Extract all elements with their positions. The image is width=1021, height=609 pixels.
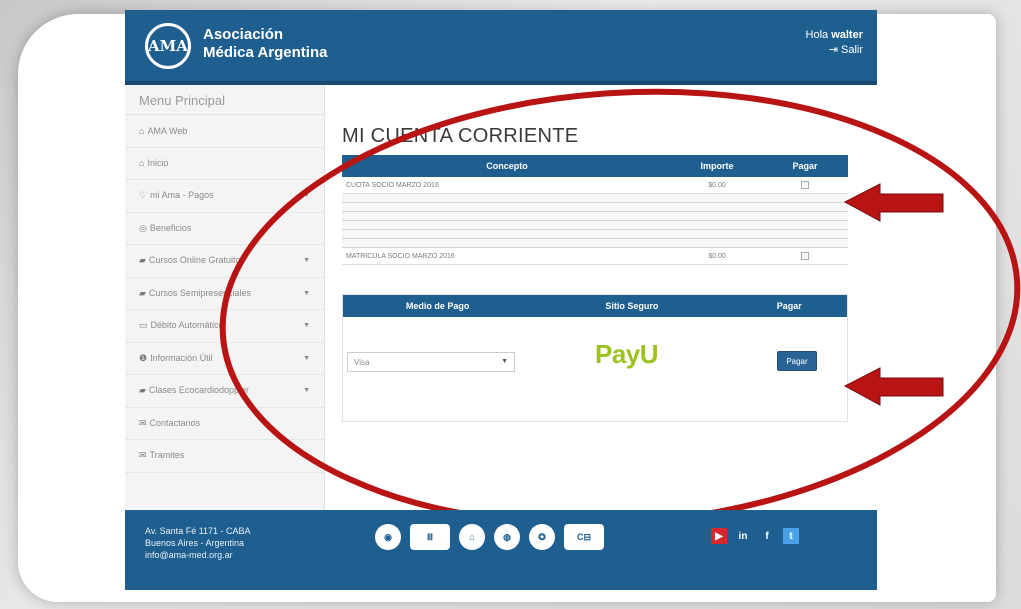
caret-down-icon: ▼	[303, 387, 310, 395]
caret-down-icon: ▼	[303, 289, 310, 297]
chevron-down-icon: ▼	[501, 358, 508, 365]
importe-cell: $0.00	[708, 252, 726, 260]
sidebar-item-mi-ama-pagos[interactable]: ♡ mi Ama - Pagos ▼	[125, 180, 324, 213]
table-row	[342, 194, 848, 203]
partner-logo-icon[interactable]: ⌂	[459, 524, 485, 550]
home-icon: ⌂	[139, 125, 145, 136]
table-row: MATRICULA SOCIO MARZO 2016 $0.00	[342, 248, 848, 265]
social-links: ▶ in f t	[711, 528, 799, 544]
book-icon: ▰	[139, 385, 146, 396]
card-icon: ▭	[139, 320, 148, 331]
table-row	[342, 212, 848, 221]
footer-address: Av. Santa Fé 1171 - CABA Buenos Aires - …	[145, 526, 251, 561]
sidebar-item-inicio[interactable]: ⌂ Inicio	[125, 148, 324, 180]
sidebar-item-tramites[interactable]: ✉ Tramites	[125, 440, 324, 473]
org-name-line1: Asociación	[203, 26, 284, 43]
page-title: MI CUENTA CORRIENTE	[342, 125, 579, 147]
importe-cell: $0.00	[708, 181, 726, 189]
column-header-importe: Importe	[700, 161, 734, 171]
youtube-icon[interactable]: ▶	[711, 528, 727, 544]
table-row	[342, 239, 848, 248]
pagar-cell	[762, 252, 848, 260]
site-footer: Av. Santa Fé 1171 - CABA Buenos Aires - …	[125, 510, 877, 590]
user-area: Hola walter ⇥ Salir	[806, 28, 863, 58]
sidebar-item-debito-automatico[interactable]: ▭ Débito Automático ▼	[125, 310, 324, 343]
greeting: Hola walter	[805, 29, 863, 41]
payment-table: Medio de Pago Sitio Seguro Pagar Visa ▼ …	[342, 294, 848, 422]
partner-logo-icon[interactable]: Ⅲ	[410, 524, 450, 550]
circle-icon: ◎	[139, 222, 147, 233]
site-header: AMA Asociación Médica Argentina Hola wal…	[125, 10, 877, 85]
concepto-cell: MATRICULA SOCIO MARZO 2016	[346, 252, 455, 260]
partner-logos: ◉ Ⅲ ⌂ ◍ ✪ C⊟	[375, 524, 604, 550]
info-icon: ❶	[139, 352, 148, 363]
org-name-line2: Médica Argentina	[203, 44, 328, 61]
payment-table-header: Medio de Pago Sitio Seguro Pagar	[343, 295, 847, 317]
sidebar-item-beneficios[interactable]: ◎ Beneficios	[125, 213, 324, 245]
table-row	[342, 203, 848, 212]
table-row	[342, 230, 848, 239]
account-table-header: Concepto Importe Pagar	[342, 155, 848, 177]
caret-down-icon: ▼	[303, 354, 310, 362]
column-header-concepto: Concepto	[486, 161, 528, 171]
org-name[interactable]: Asociación Médica Argentina	[203, 26, 327, 62]
partner-logo-icon[interactable]: ◍	[494, 524, 520, 550]
partner-logo-icon[interactable]: C⊟	[564, 524, 604, 550]
logout-icon: ⇥	[828, 44, 838, 56]
sidebar-item-ama-web[interactable]: ⌂ AMA Web	[125, 115, 324, 148]
username: walter	[831, 29, 863, 41]
table-row	[342, 221, 848, 230]
twitter-icon[interactable]: t	[783, 528, 799, 544]
sidebar-item-clases-ecocardiodoppler[interactable]: ▰ Clases Ecocardiodoppler ▼	[125, 375, 324, 408]
heart-icon: ♡	[139, 190, 148, 201]
mail-icon: ✉	[139, 417, 147, 428]
payment-method-select[interactable]: Visa ▼	[347, 352, 515, 372]
sidebar-item-cursos-semipresenciales[interactable]: ▰ Cursos Semipresenciales ▼	[125, 278, 324, 310]
book-icon: ▰	[139, 287, 146, 298]
sidebar: Menu Principal ⌂ AMA Web ⌂ Inicio ♡ mi Ama …	[125, 85, 325, 520]
column-header-medio-de-pago: Medio de Pago	[405, 301, 470, 311]
mail-icon: ✉	[139, 450, 147, 461]
facebook-icon[interactable]: f	[759, 528, 775, 544]
caret-down-icon: ▼	[303, 322, 310, 330]
partner-logo-icon[interactable]: ✪	[529, 524, 555, 550]
caret-down-icon: ▼	[303, 257, 310, 265]
logout-link[interactable]: ⇥ Salir	[806, 43, 863, 58]
linkedin-icon[interactable]: in	[735, 528, 751, 544]
footer-email[interactable]: info@ama-med.org.ar	[145, 549, 251, 561]
pay-checkbox[interactable]	[801, 252, 809, 260]
pagar-cell	[762, 181, 848, 189]
partner-logo-icon[interactable]: ◉	[375, 524, 401, 550]
column-header-pagar: Pagar	[792, 161, 818, 171]
column-header-sitio-seguro: Sitio Seguro	[605, 301, 659, 311]
table-row: CUOTA SOCIO MARZO 2016 $0.00	[342, 177, 848, 194]
book-icon: ▰	[139, 255, 146, 266]
sidebar-item-contactanos[interactable]: ✉ Contactanos	[125, 408, 324, 440]
home-icon: ⌂	[139, 158, 145, 169]
pay-checkbox[interactable]	[801, 181, 809, 189]
sidebar-item-informacion-util[interactable]: ❶ Información Útil ▼	[125, 343, 324, 375]
payu-logo: PayU	[595, 339, 659, 369]
sidebar-item-cursos-online[interactable]: ▰ Cursos Online Gratuitos ▼	[125, 245, 324, 278]
ama-logo-icon[interactable]: AMA	[145, 23, 191, 69]
account-table: Concepto Importe Pagar CUOTA SOCIO MARZO…	[342, 155, 848, 265]
caret-down-icon: ▼	[303, 192, 310, 200]
pay-button[interactable]: Pagar	[777, 351, 817, 371]
sidebar-title: Menu Principal	[125, 85, 324, 115]
concepto-cell: CUOTA SOCIO MARZO 2016	[346, 181, 439, 189]
column-header-pagar: Pagar	[776, 301, 802, 311]
